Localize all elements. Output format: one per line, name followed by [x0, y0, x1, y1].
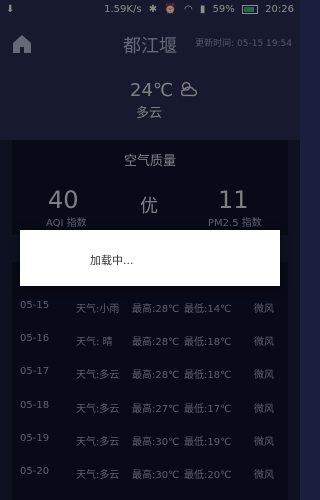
- loading-text: 加载中...: [90, 254, 134, 267]
- loading-dialog: 加载中...: [20, 230, 280, 286]
